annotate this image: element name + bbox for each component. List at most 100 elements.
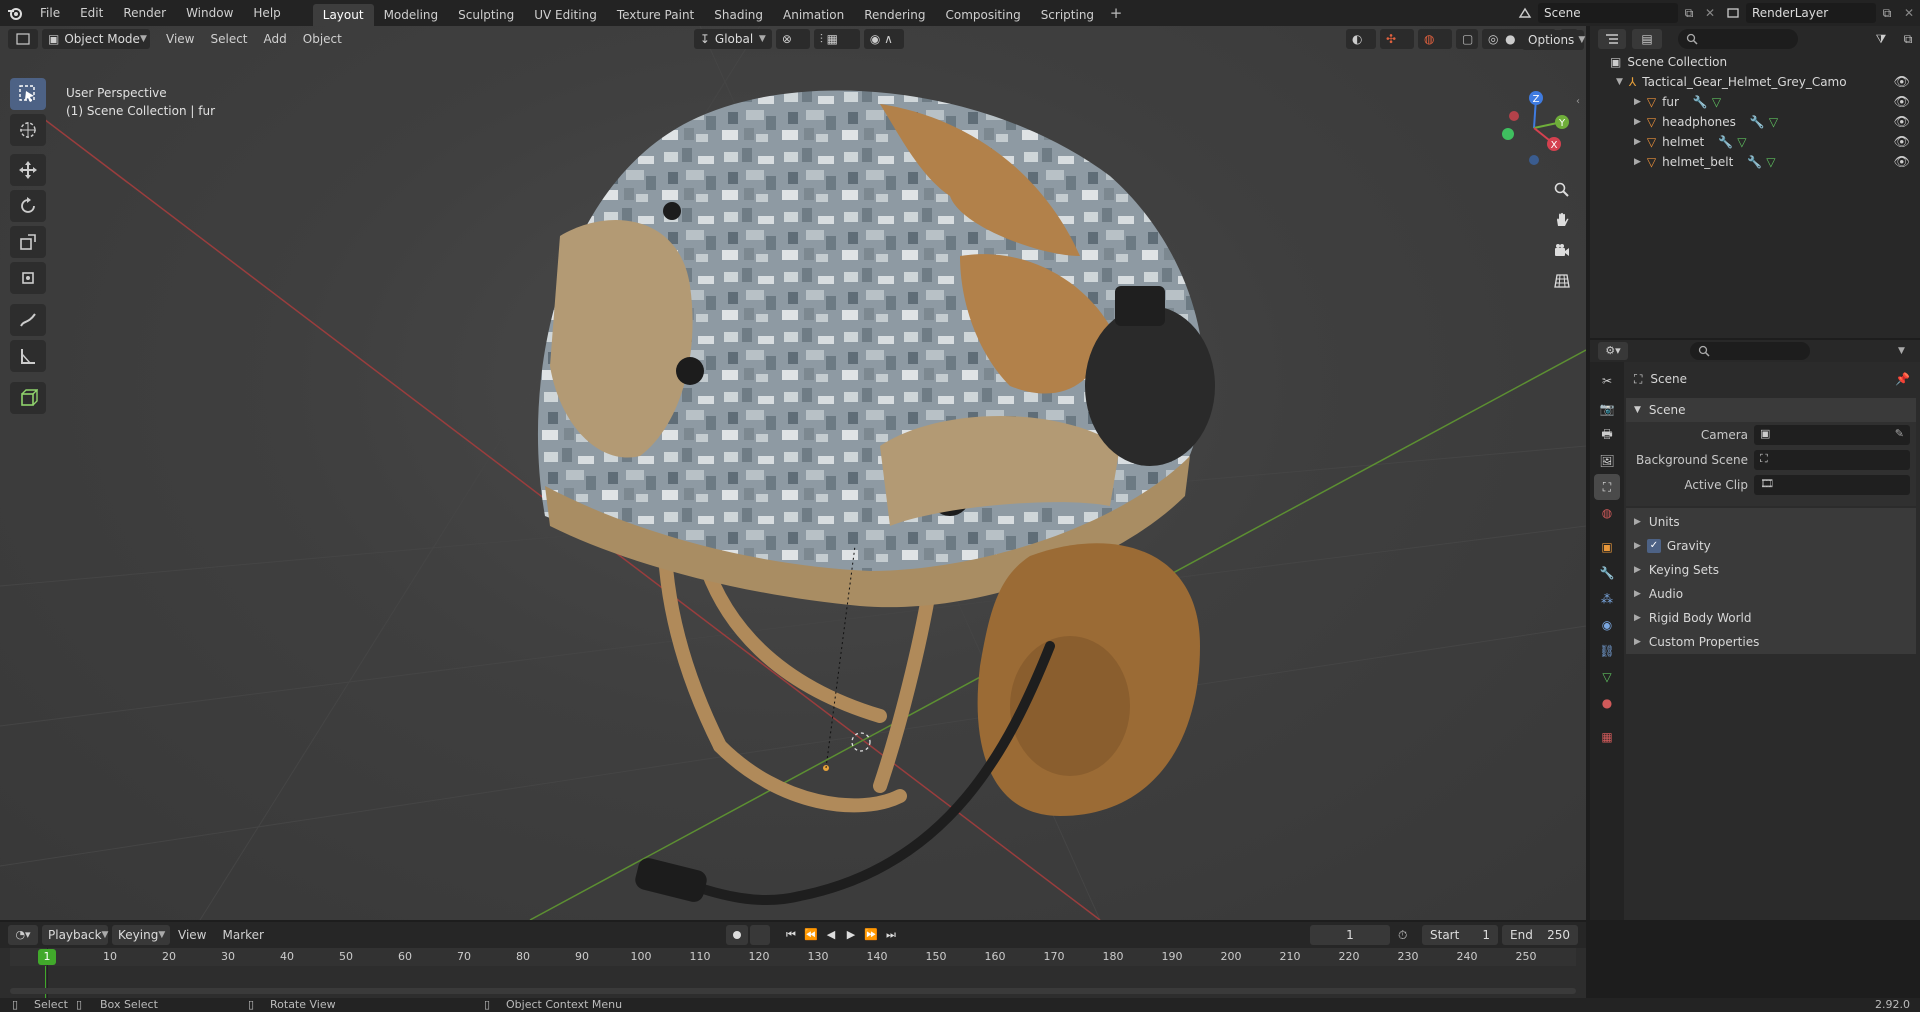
rotate-tool[interactable] xyxy=(10,190,46,222)
transform-orientation-selector[interactable]: ↧ Global ▼ xyxy=(693,29,772,49)
data-tab-icon[interactable]: ▽ xyxy=(1594,664,1620,690)
physics-tab-icon[interactable]: ◉ xyxy=(1594,612,1620,638)
start-frame-field[interactable]: Start 1 xyxy=(1422,925,1498,945)
scale-tool[interactable] xyxy=(10,226,46,258)
expand-arrow-icon[interactable]: ▶ xyxy=(1634,637,1641,647)
tab-modeling[interactable]: Modeling xyxy=(374,4,449,26)
mesh-data-icon[interactable]: ▽ xyxy=(1769,115,1778,129)
properties-search-input[interactable] xyxy=(1690,342,1810,360)
navigation-gizmo[interactable]: Z Y X xyxy=(1498,88,1570,168)
keying-sets-panel-header[interactable]: ▶ Keying Sets xyxy=(1626,558,1916,582)
properties-editor-type-icon[interactable]: ⚙▾ xyxy=(1598,342,1628,360)
jump-end-icon[interactable]: ⏭ xyxy=(882,928,900,942)
visibility-eye-icon[interactable]: 👁 xyxy=(1893,135,1910,150)
cursor-tool[interactable] xyxy=(10,114,46,146)
tab-uv-editing[interactable]: UV Editing xyxy=(524,4,607,26)
new-view-layer-icon[interactable]: ⧉ xyxy=(1876,6,1898,21)
collapse-sidebar-icon[interactable]: ‹ xyxy=(1576,96,1580,107)
audio-panel-header[interactable]: ▶ Audio xyxy=(1626,582,1916,606)
mesh-data-icon[interactable]: ▽ xyxy=(1766,155,1775,169)
menu-select[interactable]: Select xyxy=(202,32,255,46)
menu-edit[interactable]: Edit xyxy=(70,0,113,26)
menu-file[interactable]: File xyxy=(30,0,70,26)
tab-scripting[interactable]: Scripting xyxy=(1031,4,1104,26)
world-tab-icon[interactable]: ◍ xyxy=(1594,500,1620,526)
tab-layout[interactable]: Layout xyxy=(312,4,374,26)
scene-tab-icon[interactable]: ⛶ xyxy=(1594,474,1620,500)
tab-shading[interactable]: Shading xyxy=(704,4,773,26)
mode-selector[interactable]: ▣ Object Mode ▼ xyxy=(42,29,150,49)
visibility-eye-icon[interactable]: 👁 xyxy=(1893,95,1910,110)
expand-arrow-icon[interactable]: ▶ xyxy=(1634,137,1641,147)
perspective-toggle-icon[interactable] xyxy=(1548,267,1576,295)
output-tab-icon[interactable]: 🖶 xyxy=(1594,422,1620,448)
new-collection-icon[interactable]: ⧉ xyxy=(1896,32,1920,47)
timeline-scrollbar[interactable] xyxy=(10,988,1576,994)
object-tab-icon[interactable]: ▣ xyxy=(1594,534,1620,560)
modifier-wrench-icon[interactable]: 🔧 xyxy=(1718,135,1733,149)
eyedropper-icon[interactable]: ✎ xyxy=(1895,427,1904,440)
mesh-data-icon[interactable]: ▽ xyxy=(1737,135,1746,149)
move-tool[interactable] xyxy=(10,154,46,186)
wireframe-shading-icon[interactable]: ◎ xyxy=(1488,32,1498,46)
tab-compositing[interactable]: Compositing xyxy=(935,4,1030,26)
view-layer-icon[interactable] xyxy=(1720,6,1746,20)
properties-options-dropdown[interactable]: ▼ xyxy=(1898,346,1920,356)
gravity-panel-header[interactable]: ▶ ✓ Gravity xyxy=(1626,534,1916,558)
playhead-frame[interactable]: 1 xyxy=(38,949,56,965)
editor-type-icon[interactable] xyxy=(8,29,38,49)
tab-sculpting[interactable]: Sculpting xyxy=(448,4,524,26)
gravity-checkbox[interactable]: ✓ xyxy=(1646,539,1661,553)
menu-object[interactable]: Object xyxy=(295,32,350,46)
pin-icon[interactable]: 📌 xyxy=(1895,372,1910,386)
view-layer-selector[interactable]: RenderLayer xyxy=(1746,3,1876,23)
active-clip-field[interactable]: 🎞 xyxy=(1754,475,1910,495)
scene-icon[interactable] xyxy=(1512,6,1538,20)
outliner-row-headphones[interactable]: ▶ ▽ headphones 🔧 ▽ 👁 xyxy=(1590,112,1920,132)
expand-arrow-icon[interactable]: ▶ xyxy=(1634,97,1641,107)
timeline-editor-type-icon[interactable]: ◔▾ xyxy=(8,925,38,945)
outliner-row-scene-collection[interactable]: ▣ Scene Collection xyxy=(1590,52,1920,72)
play-icon[interactable]: ▶ xyxy=(842,928,860,942)
end-frame-field[interactable]: End 250 xyxy=(1502,925,1578,945)
menu-view[interactable]: View xyxy=(158,32,202,46)
scene-selector[interactable]: Scene xyxy=(1538,3,1678,23)
blender-logo-icon[interactable] xyxy=(0,0,30,26)
camera-view-icon[interactable] xyxy=(1548,237,1576,265)
gizmo-toggle[interactable]: ✣ xyxy=(1380,29,1414,49)
custom-properties-panel-header[interactable]: ▶ Custom Properties xyxy=(1626,630,1916,654)
outliner-search-input[interactable] xyxy=(1678,29,1798,49)
expand-arrow-icon[interactable]: ▶ xyxy=(1634,613,1641,623)
annotate-tool[interactable] xyxy=(10,304,46,336)
render-tab-icon[interactable]: 📷 xyxy=(1594,396,1620,422)
pan-hand-icon[interactable] xyxy=(1548,206,1576,234)
delete-view-layer-icon[interactable]: ✕ xyxy=(1898,6,1920,20)
expand-arrow-icon[interactable]: ▶ xyxy=(1634,117,1641,127)
current-frame-field[interactable]: 1 xyxy=(1310,925,1390,945)
keying-dropdown[interactable]: Keying ▼ xyxy=(112,925,170,945)
tool-tab-icon[interactable]: ✂ xyxy=(1594,368,1620,394)
prev-keyframe-icon[interactable]: ⏪ xyxy=(802,928,820,942)
snapping-toggle[interactable]: ⫶ ▦ xyxy=(813,29,860,49)
background-scene-field[interactable]: ⛶ xyxy=(1754,450,1910,470)
expand-arrow-icon[interactable]: ▶ xyxy=(1634,517,1641,527)
pivot-point-selector[interactable]: ⊗ xyxy=(775,29,810,49)
timeline-ruler[interactable]: 1 10 20 30 40 50 60 70 80 90 100 110 120… xyxy=(0,948,1586,998)
next-keyframe-icon[interactable]: ⏩ xyxy=(862,928,880,942)
expand-arrow-icon[interactable]: ▼ xyxy=(1634,405,1641,415)
units-panel-header[interactable]: ▶ Units xyxy=(1626,510,1916,534)
outliner-editor-type-icon[interactable] xyxy=(1598,29,1626,49)
auto-keying-button[interactable] xyxy=(725,925,748,945)
outliner-row-helmet[interactable]: ▶ ▽ helmet 🔧 ▽ 👁 xyxy=(1590,132,1920,152)
visibility-eye-icon[interactable]: 👁 xyxy=(1893,155,1910,170)
select-box-tool[interactable] xyxy=(10,78,46,110)
solid-shading-icon[interactable]: ● xyxy=(1505,32,1515,46)
visibility-eye-icon[interactable]: 👁 xyxy=(1893,115,1910,130)
view-layer-tab-icon[interactable]: 🖼 xyxy=(1594,448,1620,474)
3d-viewport[interactable]: ▣ Object Mode ▼ View Select Add Object ↧… xyxy=(0,26,1586,920)
add-workspace-button[interactable]: + xyxy=(1106,4,1126,22)
menu-render[interactable]: Render xyxy=(113,0,176,26)
particles-tab-icon[interactable]: ⁂ xyxy=(1594,586,1620,612)
options-dropdown[interactable]: Options ▼ xyxy=(1522,30,1585,50)
modifier-wrench-icon[interactable]: 🔧 xyxy=(1750,115,1765,129)
